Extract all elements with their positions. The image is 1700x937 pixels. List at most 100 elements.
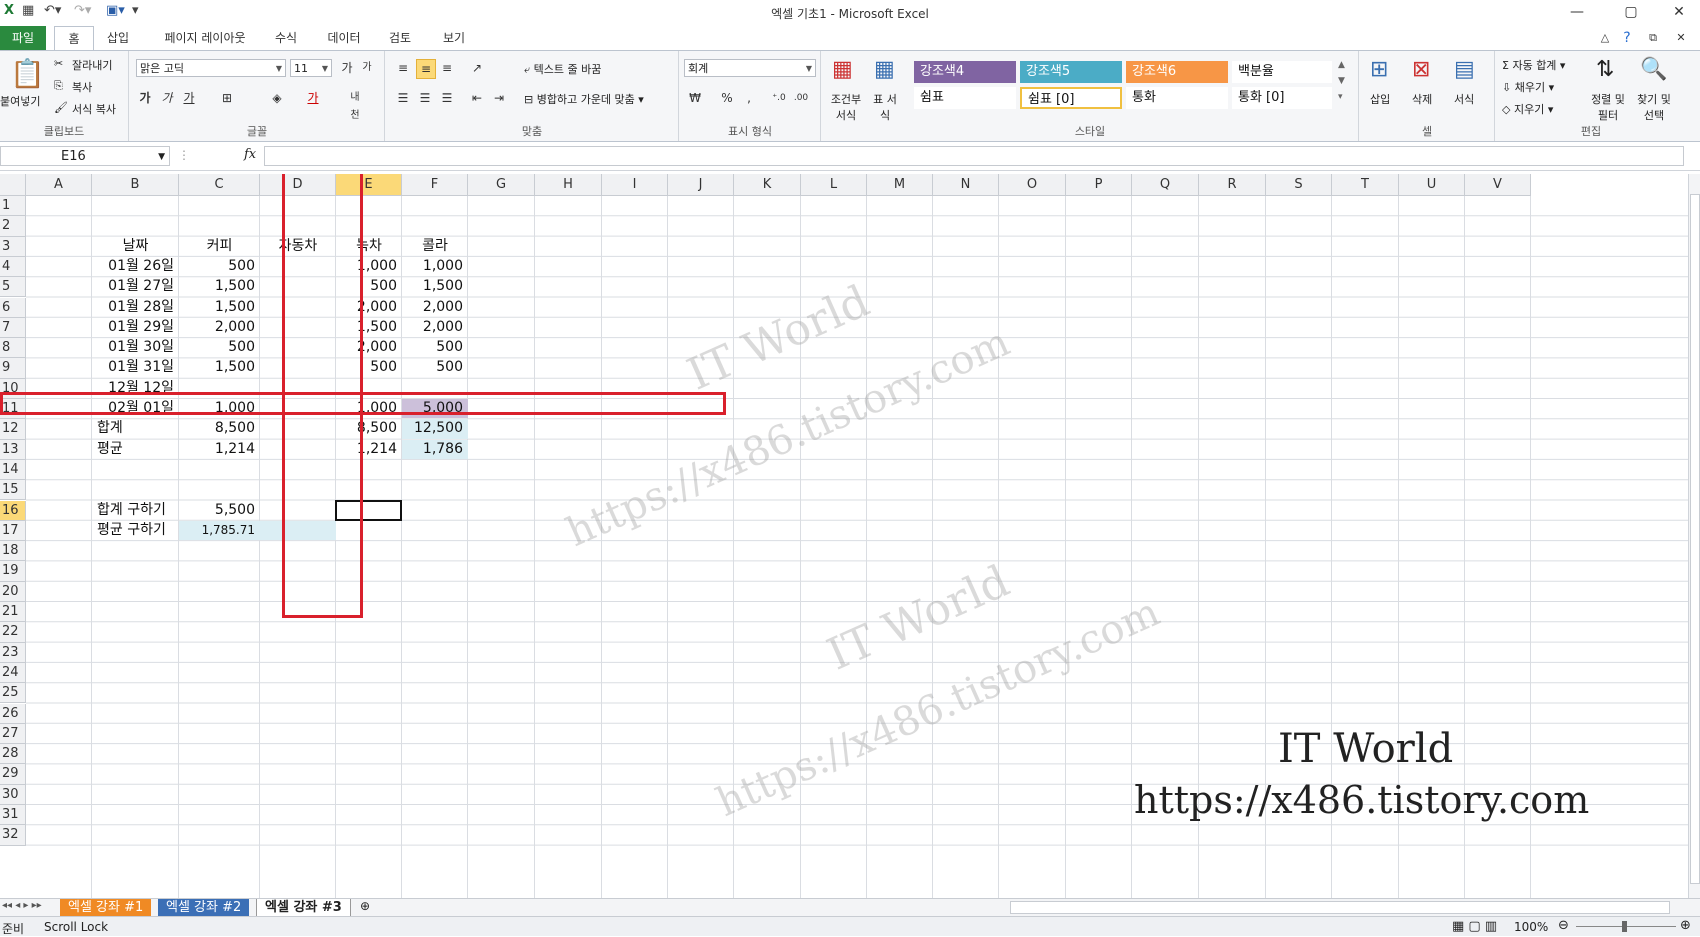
styles-scroll-icon[interactable]: ▲ ▼ ▾ xyxy=(1338,57,1345,105)
font-color-icon[interactable]: 가 xyxy=(304,89,322,107)
sheet-tab-1[interactable]: 엑셀 강좌 #1 xyxy=(60,899,152,917)
copy-button[interactable]: 복사 xyxy=(72,79,92,95)
cell-C7[interactable]: 2,000 xyxy=(179,318,260,337)
row-header-26[interactable]: 26 xyxy=(0,703,26,724)
paste-icon[interactable]: 📋 xyxy=(10,57,45,90)
row-header-31[interactable]: 31 xyxy=(0,805,26,826)
grow-font-icon[interactable]: 가 xyxy=(338,59,356,77)
format-cells-icon[interactable]: ▤ xyxy=(1454,57,1475,82)
tab-data[interactable]: 데이터 xyxy=(322,26,366,50)
cell-C4[interactable]: 500 xyxy=(179,257,260,276)
row-header-3[interactable]: 3 xyxy=(0,236,26,257)
currency-icon[interactable]: ₩ xyxy=(686,89,704,107)
find-select-icon[interactable]: 🔍 xyxy=(1640,57,1667,82)
cell-F4[interactable]: 1,000 xyxy=(402,257,468,276)
paste-button[interactable]: 붙여넣기 xyxy=(0,93,40,109)
column-header-O[interactable]: O xyxy=(999,174,1066,196)
sheet-tab-2[interactable]: 엑셀 강좌 #2 xyxy=(158,899,250,917)
align-left-icon[interactable]: ☰ xyxy=(394,89,412,107)
cell-C12[interactable]: 8,500 xyxy=(179,419,260,438)
select-all-corner[interactable] xyxy=(0,174,26,196)
column-header-C[interactable]: C xyxy=(179,174,260,196)
cell-F7[interactable]: 2,000 xyxy=(402,318,468,337)
row-header-7[interactable]: 7 xyxy=(0,317,26,339)
cell-F12[interactable]: 12,500 xyxy=(402,419,468,439)
cell-F5[interactable]: 1,500 xyxy=(402,277,468,296)
increase-decimal-icon[interactable]: ⁺.0 xyxy=(770,89,788,107)
cell-C3[interactable]: 커피 xyxy=(179,237,260,256)
align-center-icon[interactable]: ☰ xyxy=(416,89,434,107)
tab-review[interactable]: 검토 xyxy=(380,26,420,50)
cell-C13[interactable]: 1,214 xyxy=(179,440,260,459)
style-comma[interactable]: 쉼표 xyxy=(914,87,1016,109)
formula-input[interactable] xyxy=(264,146,1684,166)
row-header-32[interactable]: 32 xyxy=(0,825,26,846)
style-currency-0[interactable]: 통화 [0] xyxy=(1232,87,1332,109)
insert-cells-icon[interactable]: ⊞ xyxy=(1370,57,1388,82)
column-header-R[interactable]: R xyxy=(1199,174,1266,196)
column-header-N[interactable]: N xyxy=(933,174,999,196)
fill-color-icon[interactable]: ◈ xyxy=(268,89,286,107)
tab-page-layout[interactable]: 페이지 레이아웃 xyxy=(150,26,260,50)
column-header-B[interactable]: B xyxy=(92,174,179,196)
cell-C5[interactable]: 1,500 xyxy=(179,277,260,296)
column-header-T[interactable]: T xyxy=(1332,174,1399,196)
underline-icon[interactable]: 가 xyxy=(180,89,198,107)
sheet-tab-3[interactable]: 엑셀 강좌 #3 xyxy=(256,899,351,917)
orientation-icon[interactable]: ↗ xyxy=(468,59,486,77)
merge-center-button[interactable]: ⊟ 병합하고 가운데 맞춤 ▾ xyxy=(524,91,644,107)
align-right-icon[interactable]: ☰ xyxy=(438,89,456,107)
horizontal-scrollbar[interactable] xyxy=(1010,901,1670,914)
cell-B5[interactable]: 01월 27일 xyxy=(92,277,179,296)
worksheet-grid[interactable]: A B C D E F G H I J K L M N O P Q R S T U V 1 2 3 4 5 6 7 8 9 10 11 12 13 1… xyxy=(0,174,1688,898)
row-header-24[interactable]: 24 xyxy=(0,662,26,684)
row-header-2[interactable]: 2 xyxy=(0,216,26,237)
row-header-21[interactable]: 21 xyxy=(0,602,26,623)
phonetic-icon[interactable]: 내천 xyxy=(346,89,364,121)
font-size-combo[interactable]: 11 ▼ xyxy=(290,59,332,77)
format-painter-button[interactable]: 서식 복사 xyxy=(72,101,116,117)
row-header-30[interactable]: 30 xyxy=(0,784,26,805)
row-header-1[interactable]: 1 xyxy=(0,196,26,217)
style-percent[interactable]: 백분율 xyxy=(1232,61,1332,83)
close-icon[interactable]: ✕ xyxy=(1662,2,1696,22)
formula-expand-icon[interactable]: ⋮ xyxy=(178,148,190,162)
style-currency[interactable]: 통화 xyxy=(1126,87,1228,109)
clear-button[interactable]: ◇ 지우기 ▾ xyxy=(1502,101,1553,117)
name-box[interactable]: E16 ▼ xyxy=(0,146,170,166)
zoom-slider-handle[interactable] xyxy=(1622,921,1627,932)
row-header-15[interactable]: 15 xyxy=(0,480,26,501)
insert-cells-button[interactable]: 삽입 xyxy=(1370,91,1390,107)
autosum-button[interactable]: Σ 자동 합계 ▾ xyxy=(1502,57,1565,73)
style-comma-0[interactable]: 쉼표 [0] xyxy=(1020,87,1122,109)
column-header-Q[interactable]: Q xyxy=(1132,174,1199,196)
style-accent5[interactable]: 강조색5 xyxy=(1020,61,1122,83)
cell-B8[interactable]: 01월 30일 xyxy=(92,338,179,357)
bold-icon[interactable]: 가 xyxy=(136,89,154,107)
maximize-icon[interactable]: ▢ xyxy=(1614,2,1648,22)
cell-F8[interactable]: 500 xyxy=(402,338,468,357)
tab-insert[interactable]: 삽입 xyxy=(100,26,136,50)
insert-function-icon[interactable]: fx xyxy=(244,147,256,162)
delete-cells-icon[interactable]: ⊠ xyxy=(1412,57,1430,82)
row-header-18[interactable]: 18 xyxy=(0,541,26,562)
zoom-out-icon[interactable]: ⊖ xyxy=(1558,918,1569,933)
table-format-button[interactable]: 표 서식 xyxy=(870,91,900,123)
row-header-14[interactable]: 14 xyxy=(0,459,26,481)
column-header-F[interactable]: F xyxy=(402,174,468,196)
cell-B9[interactable]: 01월 31일 xyxy=(92,358,179,377)
border-icon[interactable]: ⊞ xyxy=(218,89,236,107)
fill-button[interactable]: ⇩ 채우기 ▾ xyxy=(1502,79,1554,95)
row-header-17[interactable]: 17 xyxy=(0,520,26,542)
cell-F6[interactable]: 2,000 xyxy=(402,298,468,317)
align-top-icon[interactable]: ≡ xyxy=(394,59,412,77)
format-cells-button[interactable]: 서식 xyxy=(1454,91,1474,107)
row-header-4[interactable]: 4 xyxy=(0,256,26,278)
row-header-13[interactable]: 13 xyxy=(0,439,26,460)
tab-view[interactable]: 보기 xyxy=(436,26,472,50)
column-header-G[interactable]: G xyxy=(468,174,535,196)
row-header-16[interactable]: 16 xyxy=(0,500,26,521)
comma-icon[interactable]: , xyxy=(740,89,758,107)
column-header-P[interactable]: P xyxy=(1066,174,1132,196)
row-header-6[interactable]: 6 xyxy=(0,297,26,318)
